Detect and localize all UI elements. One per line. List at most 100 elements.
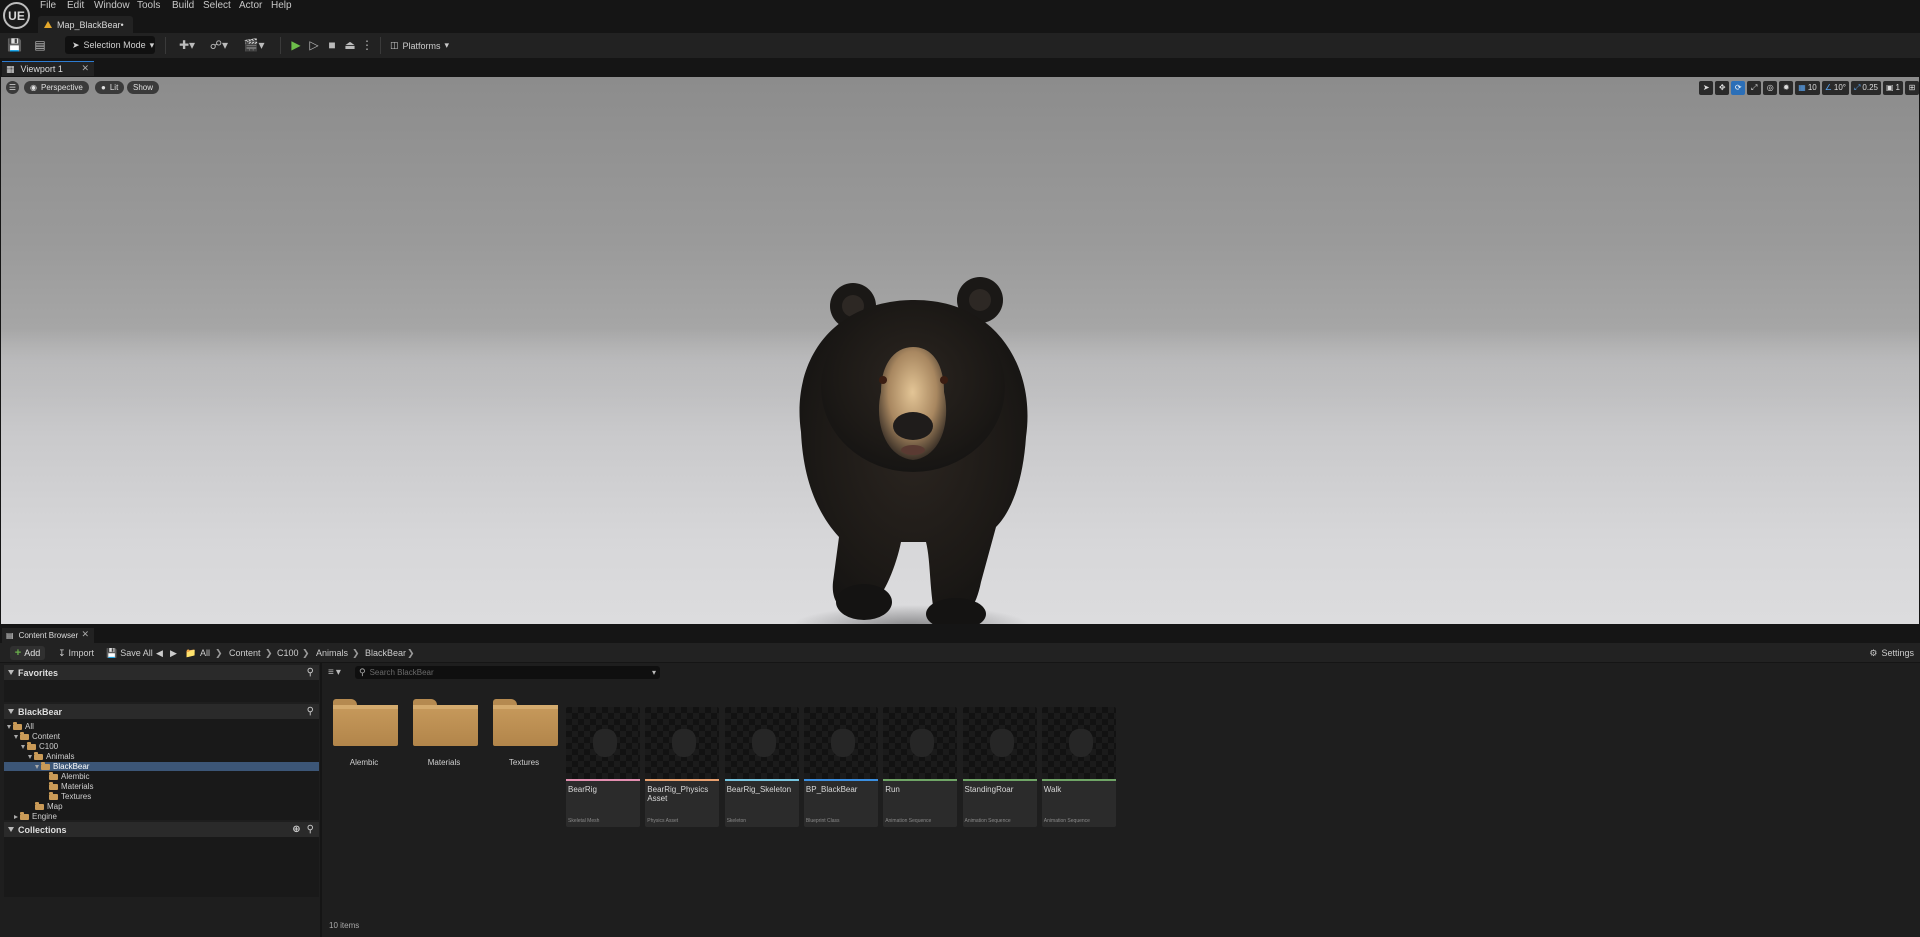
menu-select[interactable]: Select (203, 0, 231, 11)
folder-tree-item[interactable]: Textures (4, 791, 319, 801)
add-actor-icon[interactable]: ✚▾ (175, 38, 199, 52)
folder-tree-item[interactable]: Map (4, 801, 319, 811)
world-space-icon[interactable]: ◎ (1763, 80, 1778, 95)
menu-tools[interactable]: Tools (137, 0, 160, 11)
breadcrumb-blackbear[interactable]: BlackBear (365, 646, 406, 660)
breadcrumb-animals[interactable]: Animals (316, 646, 348, 660)
folder-tree-item[interactable]: Animals (4, 751, 319, 761)
viewport-menu-icon[interactable]: ☰ (6, 81, 19, 94)
viewport-icon: ▦ (6, 63, 15, 74)
translate-tool-icon[interactable]: ✥ (1715, 80, 1730, 95)
content-drawer-icon[interactable]: ▤ (33, 38, 47, 52)
asset-tile[interactable]: Run Animation Sequence (883, 707, 958, 827)
folder-tile[interactable]: Alembic (328, 698, 400, 798)
play-icon[interactable]: ▶ (289, 38, 303, 52)
step-icon[interactable]: ▷ (307, 38, 321, 52)
expand-arrow-icon[interactable] (21, 744, 25, 749)
eject-icon[interactable]: ⏏ (343, 38, 357, 52)
asset-tile[interactable]: BearRig Skeletal Mesh (566, 707, 640, 827)
blueprint-icon[interactable]: ☍▾ (207, 38, 231, 52)
close-icon[interactable]: ✕ (81, 63, 89, 74)
breadcrumb-content[interactable]: Content (229, 646, 261, 660)
scale-tool-icon[interactable]: ⤢ (1747, 80, 1762, 95)
platforms-dropdown[interactable]: ◫ Platforms ▾ (390, 37, 449, 54)
asset-tile[interactable]: StandingRoar Animation Sequence (962, 707, 1037, 827)
select-tool-icon[interactable]: ➤ (1699, 80, 1714, 95)
maximize-viewport-icon[interactable]: ⊞ (1905, 80, 1919, 95)
expand-arrow-icon[interactable] (14, 734, 18, 739)
scale-snap-button[interactable]: ⤢ 0.25 (1851, 80, 1881, 95)
more-options-icon[interactable]: ⋮ (360, 38, 374, 52)
folder-tile[interactable]: Textures (488, 698, 560, 798)
stop-icon[interactable]: ■ (325, 38, 339, 52)
history-back-icon[interactable]: ◀ (156, 646, 163, 660)
viewport-tab-strip: ▦ Viewport 1 ✕ (0, 60, 1920, 76)
add-button[interactable]: + Add (10, 646, 45, 660)
expand-arrow-icon[interactable] (35, 764, 39, 769)
menu-build[interactable]: Build (172, 0, 194, 11)
add-collection-icon[interactable]: ⊕ (292, 824, 300, 835)
folder-tree-item[interactable]: All (4, 721, 319, 731)
show-button[interactable]: Show (127, 81, 160, 94)
menu-window[interactable]: Window (94, 0, 130, 11)
menu-edit[interactable]: Edit (67, 0, 84, 11)
breadcrumb-separator-icon[interactable]: ❯ (265, 646, 273, 660)
breadcrumb-all[interactable]: All (200, 646, 210, 660)
folder-tree-item[interactable]: C100 (4, 741, 319, 751)
menu-file[interactable]: File (40, 0, 56, 11)
breadcrumb-separator-icon[interactable]: ❯ (302, 646, 310, 660)
breadcrumb-separator-icon[interactable]: ❯ (352, 646, 360, 660)
folder-tree-item[interactable]: Content (4, 731, 319, 741)
perspective-button[interactable]: ◉ Perspective (24, 81, 89, 94)
history-forward-icon[interactable]: ▶ (170, 646, 177, 660)
cinematics-icon[interactable]: 🎬▾ (242, 38, 266, 52)
search-icon[interactable]: ⚲ (307, 667, 314, 678)
save-all-button[interactable]: 💾 Save All (106, 646, 153, 660)
folder-icon[interactable]: 📁 (185, 646, 196, 660)
search-icon[interactable]: ⚲ (307, 824, 314, 835)
collapse-arrow-icon[interactable] (14, 814, 18, 819)
folder-tree-item[interactable]: Engine (4, 811, 319, 821)
folder-tile[interactable]: Materials (408, 698, 480, 798)
unreal-logo-icon[interactable]: UE (3, 2, 30, 29)
filter-button[interactable]: ≡ ▾ (328, 666, 341, 679)
tab-viewport-1[interactable]: ▦ Viewport 1 ✕ (2, 61, 94, 76)
settings-button[interactable]: ⚙ Settings (1869, 646, 1914, 660)
menu-actor[interactable]: Actor (239, 0, 262, 11)
camera-speed-button[interactable]: ▣ 1 (1882, 80, 1903, 95)
tab-content-browser[interactable]: ▤ Content Browser ✕ (2, 628, 94, 643)
expand-arrow-icon[interactable] (28, 754, 32, 759)
asset-tile[interactable]: BearRig_Physics Asset Physics Asset (645, 707, 720, 827)
folder-tree-item[interactable]: Materials (4, 781, 319, 791)
rotation-snap-button[interactable]: ∠ 10° (1821, 80, 1849, 95)
search-input[interactable] (369, 668, 640, 677)
expand-arrow-icon[interactable] (7, 724, 11, 729)
breadcrumb-separator-icon[interactable]: ❯ (215, 646, 223, 660)
folder-tree-item[interactable]: Alembic (4, 771, 319, 781)
black-bear-model[interactable] (761, 182, 1061, 624)
path-header[interactable]: BlackBear ⚲ (4, 704, 319, 719)
rotate-tool-icon[interactable]: ⟳ (1731, 80, 1746, 95)
level-viewport[interactable]: ☰ ◉ Perspective ● Lit Show ➤ ✥ ⟳ ⤢ ◎ ✹ ▦… (1, 77, 1919, 624)
menu-help[interactable]: Help (271, 0, 292, 11)
surface-snap-icon[interactable]: ✹ (1779, 80, 1794, 95)
search-icon[interactable]: ⚲ (307, 706, 314, 717)
breadcrumb-separator-icon[interactable]: ❯ (407, 646, 415, 660)
close-icon[interactable]: ✕ (81, 629, 89, 640)
asset-tile[interactable]: Walk Animation Sequence (1041, 707, 1116, 827)
save-icon[interactable]: 💾 (7, 38, 22, 52)
favorites-header[interactable]: Favorites ⚲ (4, 665, 319, 680)
chevron-down-icon: ▾ (149, 39, 155, 50)
asset-tile[interactable]: BP_BlackBear Blueprint Class (803, 707, 878, 827)
breadcrumb-c100[interactable]: C100 (277, 646, 299, 660)
chevron-down-icon[interactable]: ▾ (652, 666, 656, 679)
lit-button[interactable]: ● Lit (95, 81, 125, 94)
collections-header[interactable]: Collections ⊕ ⚲ (4, 822, 319, 837)
import-button[interactable]: ↧ Import (58, 646, 94, 660)
settings-label: Settings (1881, 648, 1914, 658)
level-document-tab[interactable]: Map_BlackBear• (38, 16, 133, 33)
selection-mode-dropdown[interactable]: ➤ Selection Mode ▾ (65, 36, 155, 54)
grid-snap-button[interactable]: ▦ 10 (1795, 80, 1820, 95)
folder-tree-item[interactable]: BlackBear (4, 761, 319, 771)
asset-tile[interactable]: BearRig_Skeleton Skeleton (724, 707, 799, 827)
